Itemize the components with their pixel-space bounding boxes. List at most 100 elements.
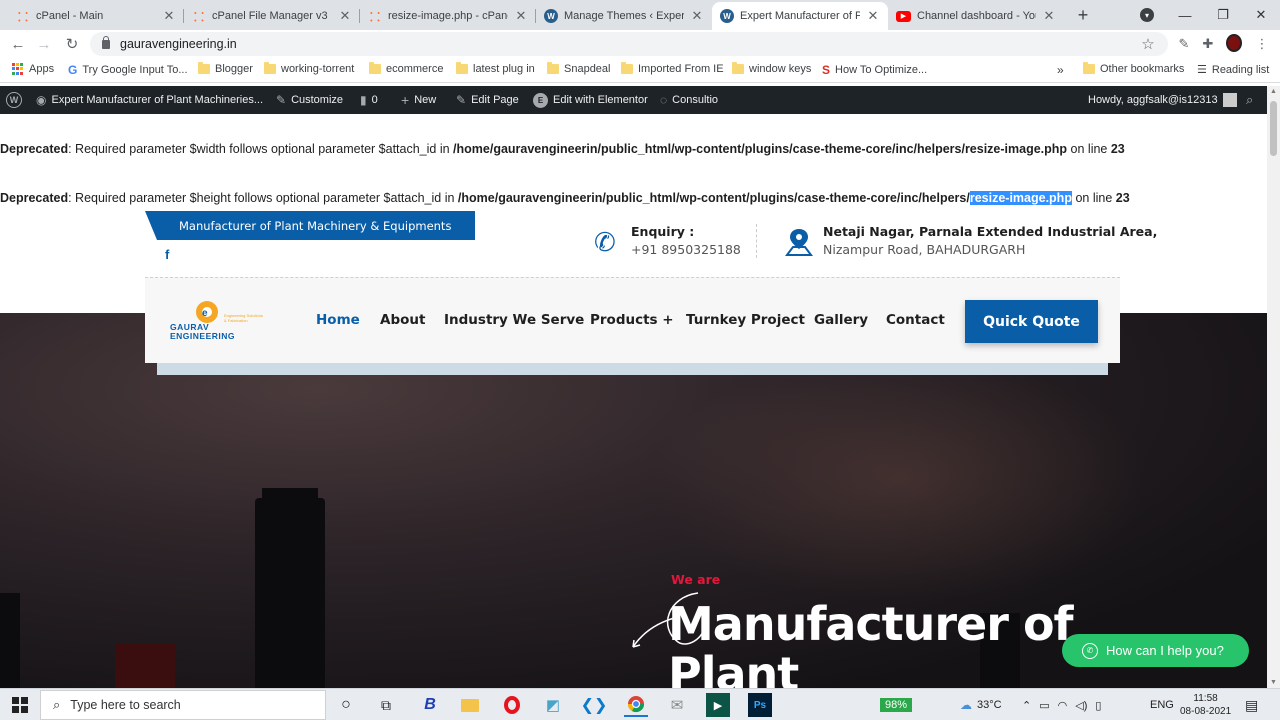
windows-start-icon[interactable] xyxy=(8,693,32,717)
nav-gallery[interactable]: Gallery xyxy=(814,312,868,328)
close-icon[interactable]: ✕ xyxy=(1042,8,1056,24)
tab-search-icon[interactable]: ▾ xyxy=(1140,8,1154,22)
vscode-icon[interactable]: ❮❯ xyxy=(581,693,608,717)
tab-file-manager[interactable]: ⸬ cPanel File Manager v3 ✕ xyxy=(184,2,360,30)
bookmark-blogger[interactable]: Blogger xyxy=(198,62,253,75)
photoshop-icon[interactable]: Ps xyxy=(748,693,772,717)
bookmark-google-input[interactable]: G Try Google Input To... xyxy=(68,63,188,77)
bookmark-ecommerce[interactable]: ecommerce xyxy=(369,62,443,75)
wp-edit-page[interactable]: ✎ Edit Page xyxy=(456,86,519,114)
wp-customize[interactable]: ✎ Customize xyxy=(276,86,343,114)
main-navigation: e GAURAV ENGINEERING Engineering Solutio… xyxy=(145,277,1120,375)
whatsapp-chat-button[interactable]: ✆ How can I help you? xyxy=(1062,634,1249,667)
extension-icon[interactable]: ✎ xyxy=(1176,36,1192,52)
nav-contact[interactable]: Contact xyxy=(886,312,945,328)
folder-icon xyxy=(1083,62,1095,74)
notice-online: on line xyxy=(1067,142,1111,156)
forward-icon[interactable]: → xyxy=(34,34,54,54)
notification-app-icon[interactable]: ▯ xyxy=(1095,699,1101,712)
bookmark-latest-plugin[interactable]: latest plug in xyxy=(456,62,535,75)
bookmark-snapdeal[interactable]: Snapdeal xyxy=(547,62,611,75)
tab-channel-dashboard[interactable]: ▶ Channel dashboard - YouTu ✕ xyxy=(888,2,1064,30)
cortana-icon[interactable]: ○ xyxy=(334,693,358,717)
app-icon[interactable]: ◩ xyxy=(541,693,565,717)
back-icon[interactable]: ← xyxy=(8,34,28,54)
bookmark-working-torrent[interactable]: working-torrent xyxy=(264,62,354,75)
theme-label: Consultio xyxy=(672,94,718,106)
nav-home[interactable]: Home xyxy=(316,312,360,328)
clock[interactable]: 11:58 08-08-2021 xyxy=(1180,689,1231,720)
battery-icon[interactable]: ▭ xyxy=(1039,699,1049,712)
page-scrollbar[interactable]: ▲ ▼ xyxy=(1267,86,1280,688)
minimize-button[interactable]: — xyxy=(1166,0,1204,30)
reading-list[interactable]: ☰ Reading list xyxy=(1197,63,1269,77)
close-icon[interactable]: ✕ xyxy=(338,8,352,24)
cpanel-icon: ⸬ xyxy=(18,9,28,24)
wp-comments[interactable]: ▮ 0 xyxy=(360,86,378,114)
close-window-button[interactable]: ✕ xyxy=(1242,0,1280,30)
lock-icon xyxy=(102,35,110,49)
address-bar[interactable]: gauravengineering.in xyxy=(90,32,1168,56)
wp-howdy[interactable]: Howdy, aggfsalk@is12313 xyxy=(1088,86,1237,114)
menu-kebab-icon[interactable]: ⋮ xyxy=(1254,36,1270,52)
extensions-puzzle-icon[interactable]: ✚ xyxy=(1200,36,1216,52)
wp-new[interactable]: + New xyxy=(401,86,436,114)
tab-manage-themes[interactable]: W Manage Themes ‹ Expert M ✕ xyxy=(536,2,712,30)
bookmark-imported-ie[interactable]: Imported From IE xyxy=(621,62,724,75)
chevron-up-icon[interactable]: ⌃ xyxy=(1022,699,1031,712)
close-icon[interactable]: ✕ xyxy=(162,8,176,24)
network-icon[interactable]: ◠ xyxy=(1058,699,1068,712)
new-tab-button[interactable]: + xyxy=(1072,4,1094,26)
wp-theme-consultio[interactable]: ◌ Consultio xyxy=(660,86,718,114)
bookmark-apps[interactable]: Apps xyxy=(12,63,54,75)
google-icon: G xyxy=(68,63,78,77)
pencil-icon: ✎ xyxy=(456,93,467,107)
battery-indicator[interactable]: 98% xyxy=(880,689,913,720)
app-icon[interactable]: ▶ xyxy=(706,693,730,717)
opera-icon[interactable] xyxy=(500,693,524,717)
nav-turnkey[interactable]: Turnkey Project xyxy=(686,312,805,328)
nav-industry[interactable]: Industry We Serve xyxy=(444,312,584,328)
profile-avatar[interactable] xyxy=(1226,34,1242,52)
close-icon[interactable]: ✕ xyxy=(690,8,704,24)
swirl-arrow-icon xyxy=(632,592,707,648)
site-logo[interactable]: e GAURAV ENGINEERING Engineering Solutio… xyxy=(170,296,263,346)
quick-quote-button[interactable]: Quick Quote xyxy=(965,300,1098,343)
tab-cpanel-main[interactable]: ⸬ cPanel - Main ✕ xyxy=(8,2,184,30)
tab-resize-image[interactable]: ⸬ resize-image.php - cPanel F ✕ xyxy=(360,2,536,30)
language-indicator[interactable]: ENG xyxy=(1150,689,1174,720)
bookmark-how-to-optimize[interactable]: S How To Optimize... xyxy=(822,63,927,77)
action-center-icon[interactable]: ▤ xyxy=(1245,689,1258,720)
battery-level: 98% xyxy=(880,698,913,712)
more-bookmarks-chevron[interactable]: » xyxy=(1057,63,1064,77)
loader-icon: ◌ xyxy=(660,93,668,107)
wp-logo-icon[interactable]: W xyxy=(6,86,22,114)
folder-icon xyxy=(264,62,276,74)
file-explorer-icon[interactable] xyxy=(458,693,482,717)
volume-icon[interactable]: ◁) xyxy=(1075,699,1087,712)
maximize-button[interactable]: ❐ xyxy=(1204,0,1242,30)
wp-site-name[interactable]: ◉ Expert Manufacturer of Plant Machineri… xyxy=(36,86,263,114)
taskbar-search[interactable]: ⌕ Type here to search xyxy=(40,690,326,720)
wp-search-icon[interactable]: ⌕ xyxy=(1246,86,1253,114)
weather-widget[interactable]: ☁ 33°C xyxy=(960,689,1002,720)
notice-line: 23 xyxy=(1115,191,1130,205)
reading-list-icon: ☰ xyxy=(1197,64,1207,76)
close-icon[interactable]: ✕ xyxy=(866,8,880,24)
tab-expert-manufacturer[interactable]: W Expert Manufacturer of Plan ✕ xyxy=(712,2,888,30)
nav-products[interactable]: Products + xyxy=(590,312,674,328)
bookmark-star-icon[interactable]: ☆ xyxy=(1140,36,1156,53)
bookmark-other[interactable]: Other bookmarks xyxy=(1083,62,1184,75)
brush-icon: ✎ xyxy=(276,93,287,107)
facebook-icon[interactable]: f xyxy=(165,247,169,262)
b-app-icon[interactable]: B xyxy=(418,693,442,717)
phone-number[interactable]: +91 8950325188 xyxy=(631,242,741,257)
nav-about[interactable]: About xyxy=(380,312,425,328)
mail-icon[interactable]: ✉ xyxy=(665,693,689,717)
bookmark-window-keys[interactable]: window keys xyxy=(732,62,811,75)
close-icon[interactable]: ✕ xyxy=(514,8,528,24)
reload-icon[interactable]: ↻ xyxy=(62,34,82,54)
wp-edit-elementor[interactable]: E Edit with Elementor xyxy=(533,86,648,114)
chrome-icon[interactable] xyxy=(624,693,648,717)
task-view-icon[interactable]: ⧉ xyxy=(374,693,398,717)
